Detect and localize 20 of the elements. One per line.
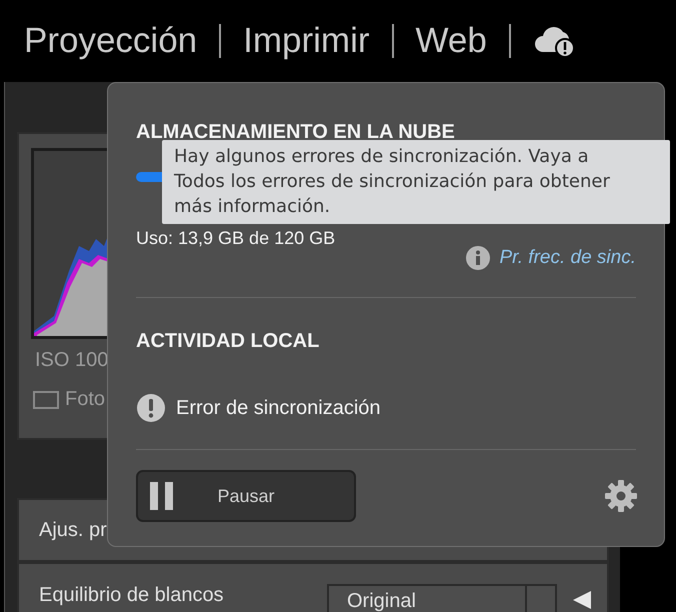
usage-text: Uso: 13,9 GB de 120 GB	[136, 228, 336, 249]
faq-link[interactable]: Pr. frec. de sinc.	[499, 247, 636, 269]
pause-icon	[150, 482, 174, 510]
setting-dropdown[interactable]: Original	[327, 584, 557, 612]
nav-tab[interactable]: Imprimir	[239, 21, 374, 61]
histogram-label: ISO 100	[35, 349, 110, 372]
nav-tab[interactable]: Web	[412, 21, 491, 61]
sync-status: Error de sincronización	[176, 396, 381, 420]
tooltip: Hay algunos errores de sincronización. Vaya a Todos los errores de sincronización para obtener más información.	[162, 140, 670, 224]
nav-tab[interactable]: Proyección	[20, 21, 202, 61]
pause-button[interactable]: Pausar	[136, 470, 356, 522]
info-icon	[465, 245, 492, 271]
photo-frame-icon	[33, 390, 59, 408]
photo-label: Foto	[65, 388, 106, 411]
triangle-icon[interactable]	[571, 590, 593, 610]
section-heading: ACTIVIDAD LOCAL	[136, 330, 320, 353]
panel-title: Ajus. pr	[39, 518, 107, 542]
setting-label: Equilibrio de blancos	[39, 584, 225, 607]
alert-icon	[136, 393, 166, 423]
settings-icon[interactable]	[604, 479, 638, 513]
